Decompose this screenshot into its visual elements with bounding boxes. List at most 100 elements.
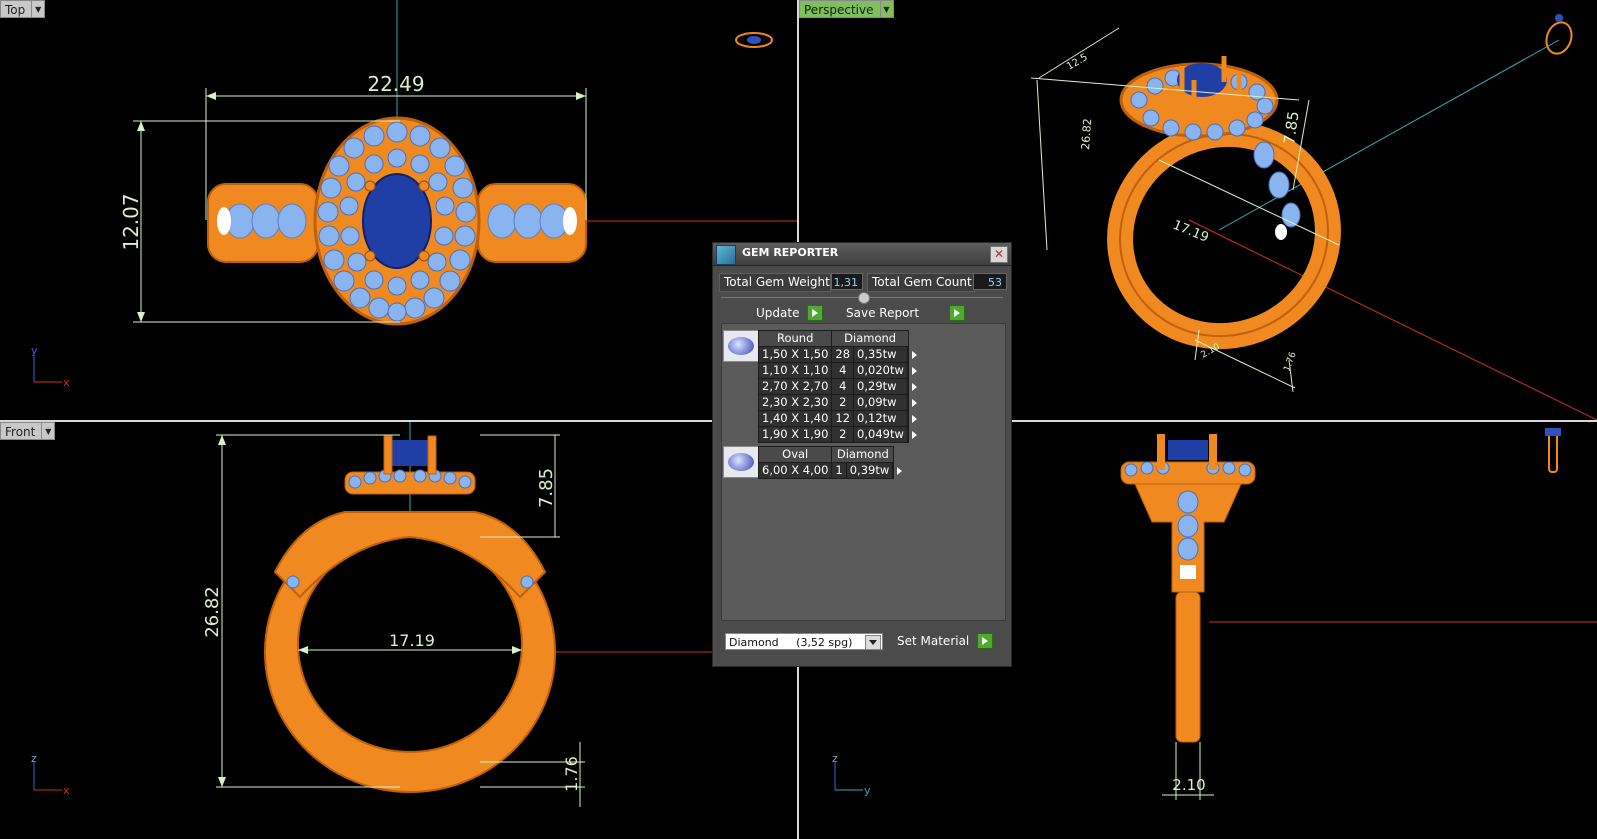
gem-size: 1,50 X 1,50 <box>757 346 833 363</box>
persp-dim-height: 26.82 <box>1079 118 1094 150</box>
viewport-label-top[interactable]: Top ▼ <box>0 0 46 18</box>
gem-row[interactable]: 1,40 X 1,40 12 0,12tw <box>757 410 918 427</box>
gem-row[interactable]: 1,50 X 1,50 28 0,35tw <box>757 346 918 363</box>
shape-header: Round <box>757 330 833 347</box>
axis-label-y: y <box>31 344 38 357</box>
gem-count: 4 <box>831 378 855 395</box>
select-gem-arrow-icon[interactable] <box>892 462 903 479</box>
gem-size: 6,00 X 4,00 <box>757 462 833 479</box>
gem-weight: 0,35tw <box>853 346 908 363</box>
gem-size: 1,40 X 1,40 <box>757 410 833 427</box>
gem-table-oval: Oval Diamond 6,00 X 4,00 1 0,39tw <box>757 446 903 479</box>
close-button[interactable]: ✕ <box>990 246 1008 263</box>
axis-label-y: y <box>864 784 871 797</box>
top-height-dimension: 12.07 <box>119 193 143 250</box>
play-icon <box>949 305 965 321</box>
total-count-label: Total Gem Count <box>867 273 975 292</box>
save-report-button[interactable]: Save Report <box>843 304 967 322</box>
material-header: Diamond <box>831 446 895 463</box>
total-weight-label: Total Gem Weight <box>719 273 831 292</box>
play-icon <box>977 633 993 649</box>
gem-count: 4 <box>831 362 855 379</box>
front-bottom-dimension: 1.76 <box>562 756 581 792</box>
axis-label-z: z <box>31 752 37 765</box>
material-header: Diamond <box>831 330 909 347</box>
axis-label-x: x <box>63 784 70 797</box>
axis-label-z: z <box>832 752 838 765</box>
top-width-dimension: 22.49 <box>367 72 424 96</box>
front-height-dimension: 26.82 <box>202 586 223 638</box>
gem-weight: 0,29tw <box>853 378 908 395</box>
chevron-down-icon[interactable] <box>865 635 881 650</box>
gem-size: 2,70 X 2,70 <box>757 378 833 395</box>
close-icon: ✕ <box>993 247 1005 261</box>
update-label: Update <box>753 304 803 322</box>
gem-row[interactable]: 1,90 X 1,90 2 0,049tw <box>757 426 918 443</box>
axis-label-x: x <box>63 376 70 389</box>
gem-count: 2 <box>831 426 855 443</box>
chevron-down-icon[interactable]: ▼ <box>32 0 46 18</box>
gem-weight: 0,049tw <box>853 426 908 443</box>
play-icon <box>807 305 823 321</box>
top-view-scene: 22.49 12.07 y x <box>31 0 797 389</box>
persp-dim-bottom: 1.76 <box>1282 351 1298 374</box>
set-material-label: Set Material <box>894 632 973 650</box>
gem-weight: 0,020tw <box>853 362 908 379</box>
material-select-value: Diamond (3,52 spg) <box>729 636 853 649</box>
viewport-label-perspective[interactable]: Perspective ▼ <box>799 0 894 18</box>
viewport-title: Front <box>0 422 43 440</box>
material-select[interactable]: Diamond (3,52 spg) <box>725 633 883 650</box>
right-width-dimension: 2.10 <box>1172 776 1205 794</box>
persp-dim-inner: 17.19 <box>1171 218 1211 246</box>
gem-weight: 0,39tw <box>845 462 894 479</box>
update-button[interactable]: Update <box>753 304 823 322</box>
gem-count: 1 <box>831 462 847 479</box>
mini-ring-icon <box>1545 21 1573 55</box>
front-inner-dimension: 17.19 <box>389 631 435 650</box>
viewport-title: Top <box>0 0 33 18</box>
persp-dim-top: 7.85 <box>1280 110 1302 146</box>
gem-row[interactable]: 6,00 X 4,00 1 0,39tw <box>757 462 903 479</box>
select-gem-arrow-icon[interactable] <box>906 410 918 427</box>
viewport-top[interactable]: 22.49 12.07 y x Top ▼ <box>0 0 797 420</box>
viewport-title: Perspective <box>799 0 881 18</box>
gem-size: 2,30 X 2,30 <box>757 394 833 411</box>
gem-count: 28 <box>831 346 855 363</box>
gem-row[interactable]: 1,10 X 1,10 4 0,020tw <box>757 362 918 379</box>
select-gem-arrow-icon[interactable] <box>906 426 918 443</box>
gem-reporter-icon <box>716 245 736 265</box>
panel-title: GEM REPORTER <box>742 246 839 259</box>
mini-ring-icon <box>1548 431 1558 473</box>
set-material-button[interactable]: Set Material <box>894 632 994 650</box>
collapse-toggle[interactable] <box>858 292 870 304</box>
select-gem-arrow-icon[interactable] <box>906 346 918 363</box>
gem-count: 2 <box>831 394 855 411</box>
gem-list[interactable]: Round Diamond 1,50 X 1,50 28 0,35tw 1,10… <box>721 323 1006 621</box>
chevron-down-icon[interactable]: ▼ <box>42 422 56 440</box>
select-gem-arrow-icon[interactable] <box>906 394 918 411</box>
oval-gem-icon <box>723 446 759 478</box>
gem-weight: 0,12tw <box>853 410 908 427</box>
total-count-value: 53 <box>973 273 1007 290</box>
gem-weight: 0,09tw <box>853 394 908 411</box>
total-count-row: Total Gem Count 53 <box>867 273 1007 292</box>
gem-row[interactable]: 2,70 X 2,70 4 0,29tw <box>757 378 918 395</box>
viewport-label-front[interactable]: Front ▼ <box>0 422 56 440</box>
front-view-scene: 26.82 7.85 17.19 1.76 z x <box>31 422 712 807</box>
viewport-front[interactable]: 26.82 7.85 17.19 1.76 z x Front ▼ <box>0 422 797 839</box>
select-gem-arrow-icon[interactable] <box>906 362 918 379</box>
shape-header: Oval <box>757 446 833 463</box>
gem-size: 1,90 X 1,90 <box>757 426 833 443</box>
persp-dim-width: 12.5 <box>1065 52 1090 73</box>
panel-titlebar[interactable]: GEM REPORTER ✕ <box>713 243 1011 266</box>
round-gem-icon <box>723 330 759 362</box>
total-weight-row: Total Gem Weight 1,31 <box>719 273 863 292</box>
gem-table-round: Round Diamond 1,50 X 1,50 28 0,35tw 1,10… <box>757 330 918 443</box>
gem-size: 1,10 X 1,10 <box>757 362 833 379</box>
save-report-label: Save Report <box>843 304 923 322</box>
gem-count: 12 <box>831 410 855 427</box>
select-gem-arrow-icon[interactable] <box>906 378 918 395</box>
front-top-dimension: 7.85 <box>536 468 557 508</box>
gem-row[interactable]: 2,30 X 2,30 2 0,09tw <box>757 394 918 411</box>
chevron-down-icon[interactable]: ▼ <box>880 0 894 18</box>
